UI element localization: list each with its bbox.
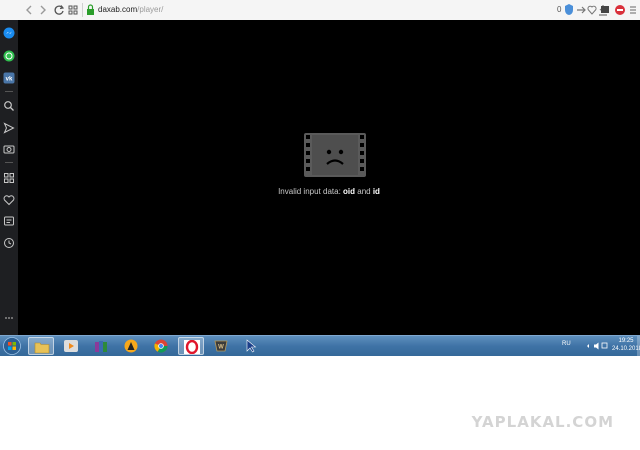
more-icon[interactable]: [3, 312, 15, 324]
svg-text:vk: vk: [6, 77, 13, 83]
archive-books-icon: [95, 341, 107, 352]
taskbar-cursor-app[interactable]: [238, 337, 264, 355]
clock-date: 24.10.2018: [612, 346, 640, 352]
taskbar-explorer[interactable]: [28, 337, 54, 355]
search-icon[interactable]: [3, 100, 15, 112]
taskbar-media-player[interactable]: [58, 337, 84, 355]
lock-icon: [87, 4, 94, 15]
opera-icon: [184, 340, 200, 354]
taskbar-opera[interactable]: [178, 337, 204, 355]
taskbar-archiver[interactable]: [88, 337, 114, 355]
screenshot-icon[interactable]: [600, 2, 610, 18]
taskbar-chrome[interactable]: [148, 337, 174, 355]
cursor-icon: [246, 339, 257, 353]
clock-time: 19:25: [618, 338, 634, 344]
forward-button[interactable]: [36, 3, 50, 17]
sad-film-icon: [304, 133, 366, 177]
heart-icon[interactable]: [587, 2, 597, 18]
show-hidden-icon[interactable]: [587, 344, 589, 348]
chevron-right-icon: [40, 5, 46, 15]
browser-sidebar: vk: [0, 20, 18, 335]
watermark: YAPLAKAL.COM: [471, 413, 614, 431]
send-icon[interactable]: [3, 122, 15, 134]
history-clock-icon[interactable]: [3, 237, 15, 249]
start-button-icon[interactable]: [2, 337, 22, 355]
vk-icon[interactable]: vk: [3, 72, 15, 84]
chrome-icon: [154, 339, 168, 353]
param-oid: oid: [343, 187, 356, 196]
apps-grid-icon[interactable]: [3, 172, 15, 184]
wot-icon: W: [214, 340, 228, 352]
notes-icon[interactable]: [3, 215, 15, 227]
language-indicator[interactable]: RU: [562, 341, 571, 347]
reload-icon: [54, 5, 65, 15]
taskbar: W RU 19:25 24.10.2018: [0, 335, 640, 356]
speed-dial-button[interactable]: [66, 3, 80, 17]
adblock-icon[interactable]: [614, 2, 626, 18]
whatsapp-icon[interactable]: [3, 50, 15, 62]
network-icon[interactable]: [601, 342, 608, 349]
play-icon: [64, 340, 78, 352]
svg-text:W: W: [218, 345, 224, 351]
browser-toolbar: daxab.com/player/ 0: [0, 0, 640, 21]
url-text: daxab.com/player/: [98, 5, 164, 14]
chevron-left-icon: [26, 5, 32, 15]
grid-icon: [68, 5, 78, 15]
share-icon[interactable]: [576, 2, 586, 18]
heart-icon[interactable]: [3, 194, 15, 206]
taskbar-aimp[interactable]: [118, 337, 144, 355]
player-error-message: Invalid input data: oid and id: [278, 187, 380, 196]
folder-icon: [34, 342, 50, 354]
aimp-icon: [124, 339, 138, 353]
menu-icon[interactable]: [628, 2, 638, 18]
camera-icon[interactable]: [3, 143, 15, 155]
address-bar[interactable]: daxab.com/player/: [84, 3, 620, 17]
param-id: id: [372, 187, 380, 196]
volume-icon[interactable]: [594, 342, 599, 350]
system-clock[interactable]: 19:25 24.10.2018: [612, 337, 640, 353]
reload-button[interactable]: [52, 3, 66, 17]
vpn-shield-icon[interactable]: [564, 2, 574, 18]
badge-count: 0: [557, 5, 562, 14]
video-player[interactable]: Invalid input data: oid and id: [18, 20, 640, 335]
tray-icons[interactable]: [586, 341, 610, 351]
messenger-icon[interactable]: [3, 27, 15, 39]
back-button[interactable]: [22, 3, 36, 17]
taskbar-world-of-tanks[interactable]: W: [208, 337, 234, 355]
